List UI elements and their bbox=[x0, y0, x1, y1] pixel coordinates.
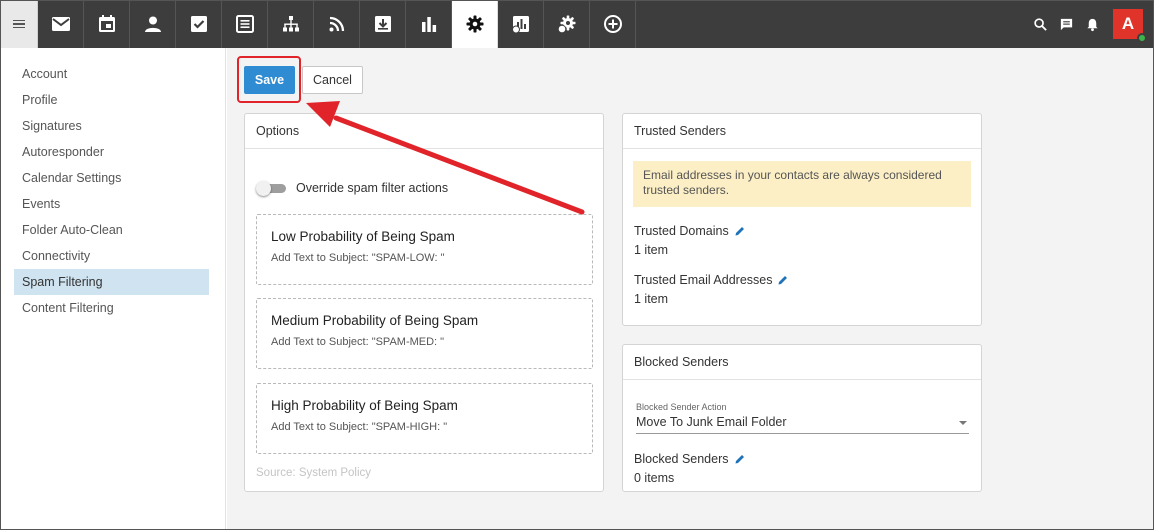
options-title: Options bbox=[245, 114, 603, 149]
medium-spam-box[interactable]: Medium Probability of Being Spam Add Tex… bbox=[256, 298, 593, 369]
menu-button[interactable] bbox=[0, 0, 38, 48]
search-icon bbox=[1033, 17, 1047, 31]
notes-icon bbox=[235, 15, 254, 33]
app-calendar[interactable] bbox=[84, 0, 130, 48]
override-toggle[interactable] bbox=[256, 181, 288, 196]
low-spam-title: Low Probability of Being Spam bbox=[271, 229, 455, 244]
domain-reports-icon bbox=[511, 16, 529, 34]
override-label: Override spam filter actions bbox=[296, 181, 449, 195]
rss-icon bbox=[329, 16, 344, 32]
sidebar-item-profile[interactable]: Profile bbox=[0, 87, 209, 113]
trusted-emails-count: 1 item bbox=[634, 292, 669, 306]
contacts-icon bbox=[144, 16, 161, 32]
trusted-senders-panel: Trusted Senders Email addresses in your … bbox=[622, 113, 982, 326]
sidebar-item-content-filtering[interactable]: Content Filtering bbox=[0, 295, 209, 321]
blocked-senders-text: Blocked Senders bbox=[634, 452, 729, 466]
chat-button[interactable] bbox=[1053, 0, 1079, 48]
avatar[interactable]: A bbox=[1113, 9, 1147, 43]
app-add[interactable] bbox=[590, 0, 636, 48]
notifications-button[interactable] bbox=[1079, 0, 1105, 48]
app-switcher bbox=[38, 0, 636, 48]
trusted-domains-text: Trusted Domains bbox=[634, 224, 729, 238]
blocked-action-caption: Blocked Sender Action bbox=[636, 402, 727, 412]
app-mail[interactable] bbox=[38, 0, 84, 48]
sidebar-item-spam-filtering[interactable]: Spam Filtering bbox=[14, 269, 209, 295]
chat-icon bbox=[1060, 18, 1072, 30]
edit-pencil-icon[interactable] bbox=[777, 274, 789, 286]
low-spam-box[interactable]: Low Probability of Being Spam Add Text t… bbox=[256, 214, 593, 285]
blocked-action-select[interactable]: Move To Junk Email Folder bbox=[636, 412, 969, 434]
medium-spam-title: Medium Probability of Being Spam bbox=[271, 313, 479, 328]
high-spam-subtitle: Add Text to Subject: "SPAM-HIGH: " bbox=[271, 421, 448, 433]
cancel-button[interactable]: Cancel bbox=[302, 66, 363, 94]
tasks-icon bbox=[190, 16, 207, 32]
search-button[interactable] bbox=[1027, 0, 1053, 48]
trusted-senders-title: Trusted Senders bbox=[623, 114, 981, 149]
bell-icon bbox=[1086, 18, 1098, 31]
bar-chart-icon bbox=[421, 17, 436, 32]
app-download[interactable] bbox=[360, 0, 406, 48]
app-settings[interactable] bbox=[452, 0, 498, 48]
sitemap-icon bbox=[282, 16, 299, 32]
sidebar-item-account[interactable]: Account bbox=[0, 61, 209, 87]
app-notes[interactable] bbox=[222, 0, 268, 48]
high-spam-box[interactable]: High Probability of Being Spam Add Text … bbox=[256, 383, 593, 454]
trusted-emails-text: Trusted Email Addresses bbox=[634, 273, 773, 287]
app-rss[interactable] bbox=[314, 0, 360, 48]
policy-source: Source: System Policy bbox=[256, 467, 372, 479]
trusted-domains-label[interactable]: Trusted Domains bbox=[634, 224, 746, 238]
medium-spam-subtitle: Add Text to Subject: "SPAM-MED: " bbox=[271, 336, 445, 348]
avatar-letter: A bbox=[1121, 14, 1135, 33]
app-reports[interactable] bbox=[406, 0, 452, 48]
trusted-notice: Email addresses in your contacts are alw… bbox=[633, 161, 971, 207]
blocked-senders-count: 0 items bbox=[634, 471, 675, 485]
mail-icon bbox=[51, 17, 70, 31]
sidebar-item-events[interactable]: Events bbox=[0, 191, 209, 217]
settings-sidebar: Account Profile Signatures Autoresponder… bbox=[0, 48, 226, 530]
low-spam-subtitle: Add Text to Subject: "SPAM-LOW: " bbox=[271, 252, 445, 264]
app-domain-settings[interactable] bbox=[544, 0, 590, 48]
high-spam-title: High Probability of Being Spam bbox=[271, 398, 458, 413]
sidebar-item-calendar-settings[interactable]: Calendar Settings bbox=[0, 165, 209, 191]
top-right-tools: A bbox=[1027, 0, 1154, 48]
edit-pencil-icon[interactable] bbox=[734, 225, 746, 237]
top-bar: A bbox=[0, 0, 1154, 48]
app-sitemap[interactable] bbox=[268, 0, 314, 48]
trusted-domains-count: 1 item bbox=[634, 243, 669, 257]
sidebar-item-autoresponder[interactable]: Autoresponder bbox=[0, 139, 209, 165]
blocked-senders-label[interactable]: Blocked Senders bbox=[634, 452, 746, 466]
edit-pencil-icon[interactable] bbox=[734, 453, 746, 465]
sidebar-item-connectivity[interactable]: Connectivity bbox=[0, 243, 209, 269]
sidebar-item-folder-auto-clean[interactable]: Folder Auto-Clean bbox=[0, 217, 209, 243]
override-toggle-row: Override spam filter actions bbox=[256, 181, 449, 196]
blocked-senders-panel: Blocked Senders Blocked Sender Action Mo… bbox=[622, 344, 982, 492]
domain-settings-icon bbox=[557, 15, 575, 34]
options-panel: Options Override spam filter actions Low… bbox=[244, 113, 604, 492]
app-domain-reports[interactable] bbox=[498, 0, 544, 48]
save-highlight-box bbox=[237, 56, 301, 103]
app-contacts[interactable] bbox=[130, 0, 176, 48]
settings-gear-icon bbox=[466, 15, 483, 33]
blocked-senders-title: Blocked Senders bbox=[623, 345, 981, 380]
toggle-knob bbox=[256, 181, 271, 196]
main-content: Save Cancel Options Override spam filter… bbox=[227, 48, 1154, 530]
add-circle-icon bbox=[603, 15, 622, 33]
hamburger-icon bbox=[12, 19, 25, 29]
calendar-icon bbox=[98, 15, 115, 32]
app-tasks[interactable] bbox=[176, 0, 222, 48]
chevron-down-icon bbox=[959, 421, 967, 425]
sidebar-item-signatures[interactable]: Signatures bbox=[0, 113, 209, 139]
trusted-emails-label[interactable]: Trusted Email Addresses bbox=[634, 273, 789, 287]
blocked-action-value: Move To Junk Email Folder bbox=[636, 415, 787, 429]
download-icon bbox=[374, 16, 391, 32]
presence-indicator bbox=[1137, 33, 1147, 43]
